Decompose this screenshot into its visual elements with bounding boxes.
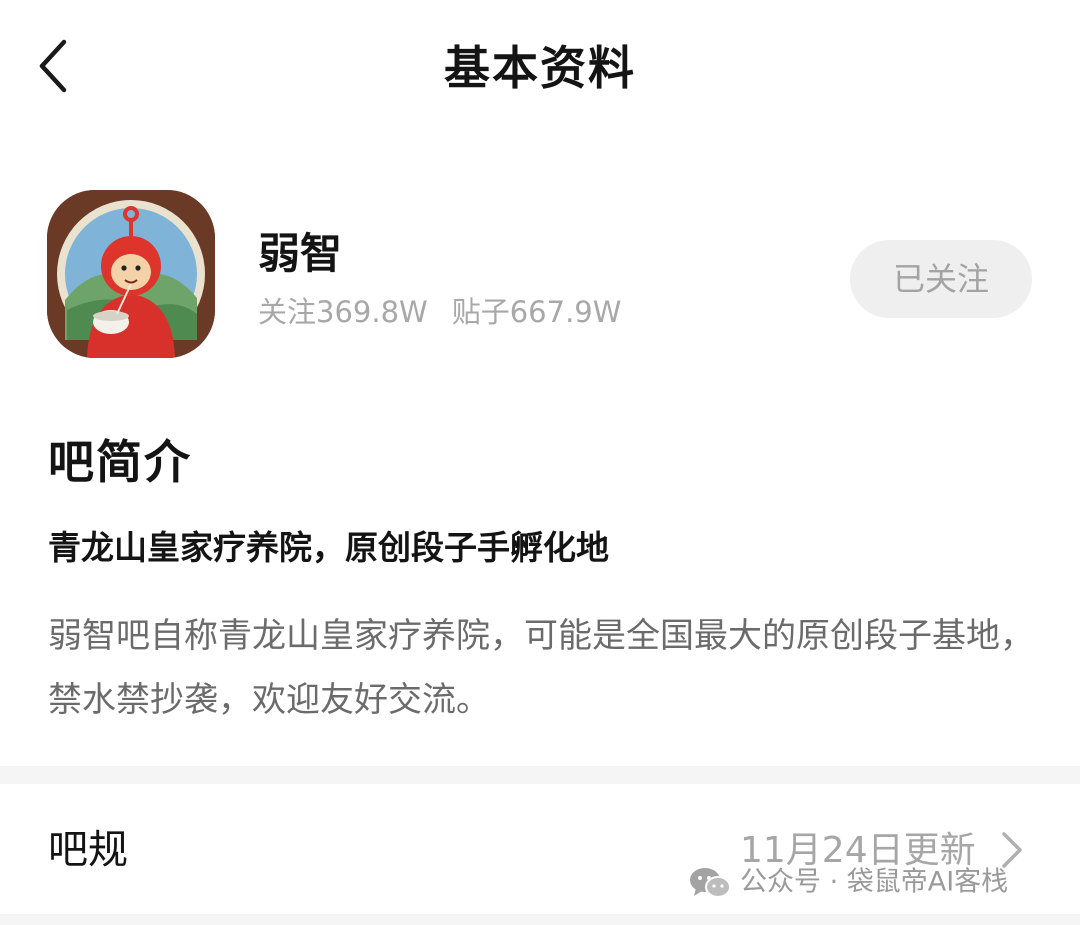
forum-name: 弱智 [258,229,343,278]
posts-label: 贴子 [451,295,510,329]
watermark-text: 公众号 · 袋鼠帝AI客栈 [740,866,1009,898]
forum-stats: 关注369.8W 贴子667.9W [258,292,621,332]
bottom-divider [0,914,1080,925]
posts-count: 667.9W [509,295,622,329]
intro-heading: 吧简介 [48,435,192,489]
followers-label: 关注 [258,295,317,329]
followers-count: 369.8W [316,295,428,329]
watermark: 公众号 · 袋鼠帝AI客栈 [688,862,1008,902]
intro-subtitle: 青龙山皇家疗养院，原创段子手孵化地 [48,528,609,567]
follow-button[interactable]: 已关注 [850,240,1032,318]
wechat-icon [690,867,731,898]
avatar[interactable] [47,190,215,358]
section-divider [0,766,1080,784]
intro-description: 弱智吧自称青龙山皇家疗养院，可能是全国最大的原创段子基地，禁水禁抄袭，欢迎友好交… [48,616,1034,720]
rules-label: 吧规 [48,827,128,873]
forum-profile: 弱智 关注369.8W 贴子667.9W 已关注 [0,180,1080,370]
page-title: 基本资料 [444,41,636,95]
header-bar: 基本资料 [0,0,1080,140]
avatar-image [47,190,215,358]
